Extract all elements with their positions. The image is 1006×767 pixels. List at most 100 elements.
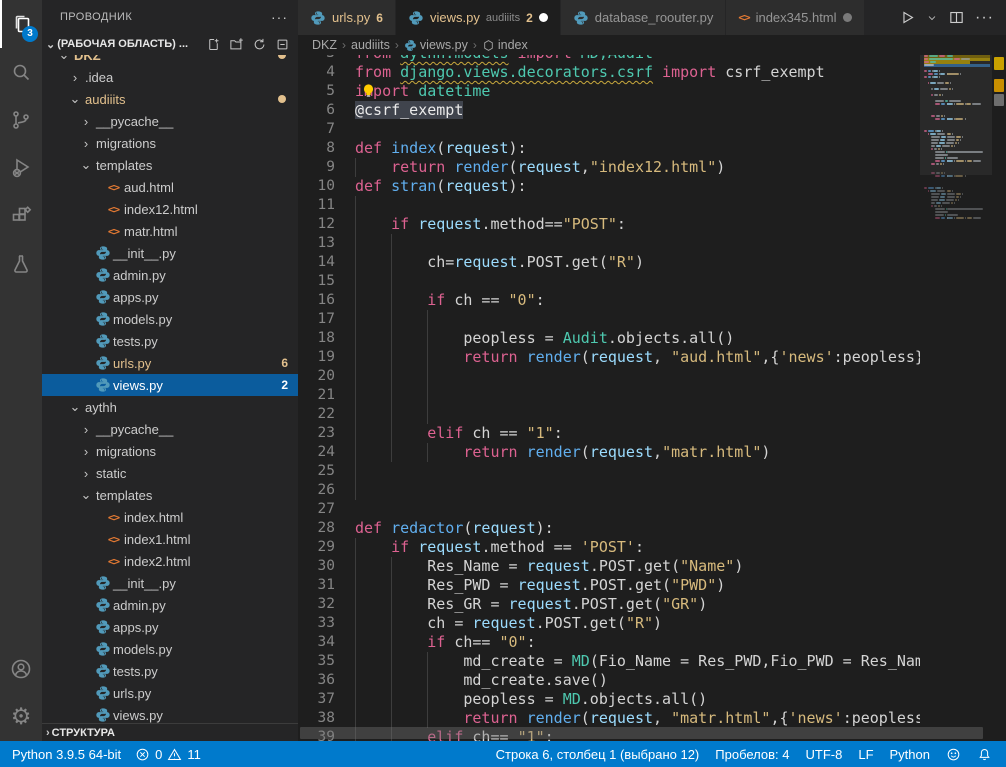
tab-urls-py[interactable]: urls.py6 bbox=[298, 0, 396, 35]
tree-item-views-py[interactable]: views.py bbox=[42, 704, 298, 723]
tree-item-index2-html[interactable]: <>index2.html bbox=[42, 550, 298, 572]
more-actions-icon[interactable]: ··· bbox=[271, 9, 288, 25]
tree-item-apps-py[interactable]: apps.py bbox=[42, 616, 298, 638]
status-eol[interactable]: LF bbox=[858, 747, 873, 762]
tree-item-templates[interactable]: ⌄templates bbox=[42, 484, 298, 506]
tree-item--idea[interactable]: ›.idea bbox=[42, 66, 298, 88]
tree-item-matr-html[interactable]: <>matr.html bbox=[42, 220, 298, 242]
tree-item-migrations[interactable]: ›migrations bbox=[42, 132, 298, 154]
tree-item--pycache-[interactable]: ›__pycache__ bbox=[42, 110, 298, 132]
code-line-5[interactable]: 5import datetime bbox=[298, 82, 920, 101]
code-line-24[interactable]: 24 return render(request,"matr.html") bbox=[298, 443, 920, 462]
tree-item-index-html[interactable]: <>index.html bbox=[42, 506, 298, 528]
code-line-13[interactable]: 13 bbox=[298, 234, 920, 253]
activity-run-debug[interactable] bbox=[0, 144, 42, 192]
dirty-dot-icon[interactable] bbox=[539, 13, 548, 22]
activity-testing[interactable] bbox=[0, 240, 42, 288]
code-line-17[interactable]: 17 bbox=[298, 310, 920, 329]
status-python-interpreter[interactable]: Python 3.9.5 64-bit bbox=[12, 747, 121, 762]
tab-database-roouter-py[interactable]: database_roouter.py bbox=[561, 0, 727, 35]
status-problems[interactable]: 011 bbox=[135, 747, 201, 762]
run-dropdown[interactable] bbox=[926, 12, 938, 24]
code-line-10[interactable]: 10def stran(request): bbox=[298, 177, 920, 196]
tab-index345-html[interactable]: <>index345.html bbox=[726, 0, 864, 35]
tab-views-py[interactable]: views.pyaudiiits2 bbox=[396, 0, 561, 35]
code-line-25[interactable]: 25 bbox=[298, 462, 920, 481]
tree-item--pycache-[interactable]: ›__pycache__ bbox=[42, 418, 298, 440]
tree-item-models-py[interactable]: models.py bbox=[42, 308, 298, 330]
tree-item-apps-py[interactable]: apps.py bbox=[42, 286, 298, 308]
tree-item-tests-py[interactable]: tests.py bbox=[42, 660, 298, 682]
code-line-26[interactable]: 26 bbox=[298, 481, 920, 500]
new-file-icon[interactable] bbox=[206, 37, 221, 52]
activity-search[interactable] bbox=[0, 48, 42, 96]
tree-item-templates[interactable]: ⌄templates bbox=[42, 154, 298, 176]
code-line-27[interactable]: 27 bbox=[298, 500, 920, 519]
activity-explorer[interactable]: 3 bbox=[0, 0, 42, 48]
tree-item-audiiits[interactable]: ⌄audiiits bbox=[42, 88, 298, 110]
breadcrumb-views-py[interactable]: views.py bbox=[404, 38, 468, 52]
status-language[interactable]: Python bbox=[890, 747, 930, 762]
activity-extensions[interactable] bbox=[0, 192, 42, 240]
status-indentation[interactable]: Пробелов: 4 bbox=[715, 747, 789, 762]
code-line-28[interactable]: 28def redactor(request): bbox=[298, 519, 920, 538]
tree-item-admin-py[interactable]: admin.py bbox=[42, 264, 298, 286]
more-actions-button[interactable]: ··· bbox=[975, 9, 994, 27]
workspace-section-header[interactable]: ⌄ (РАБОЧАЯ ОБЛАСТЬ) ... bbox=[42, 33, 298, 55]
dirty-dot-icon[interactable] bbox=[843, 13, 852, 22]
collapse-all-icon[interactable] bbox=[275, 37, 290, 52]
code-line-16[interactable]: 16 if ch == "0": bbox=[298, 291, 920, 310]
code-line-23[interactable]: 23 elif ch == "1": bbox=[298, 424, 920, 443]
code-line-11[interactable]: 11 bbox=[298, 196, 920, 215]
activity-source-control[interactable] bbox=[0, 96, 42, 144]
code-line-9[interactable]: 9 return render(request,"index12.html") bbox=[298, 158, 920, 177]
status-encoding[interactable]: UTF-8 bbox=[806, 747, 843, 762]
code-line-31[interactable]: 31 Res_PWD = request.POST.get("PWD") bbox=[298, 576, 920, 595]
code-line-15[interactable]: 15 bbox=[298, 272, 920, 291]
code-line-12[interactable]: 12 if request.method=="POST": bbox=[298, 215, 920, 234]
tree-item-views-py[interactable]: views.py2 bbox=[42, 374, 298, 396]
tree-item-urls-py[interactable]: urls.py6 bbox=[42, 352, 298, 374]
code-line-35[interactable]: 35 md_create = MD(Fio_Name = Res_PWD,Fio… bbox=[298, 652, 920, 671]
code-line-33[interactable]: 33 ch = request.POST.get("R") bbox=[298, 614, 920, 633]
run-button[interactable] bbox=[899, 9, 916, 26]
breadcrumb-dkz[interactable]: DKZ bbox=[312, 38, 337, 52]
code-line-19[interactable]: 19 return render(request, "aud.html",{'n… bbox=[298, 348, 920, 367]
code-line-29[interactable]: 29 if request.method == 'POST': bbox=[298, 538, 920, 557]
tree-item-models-py[interactable]: models.py bbox=[42, 638, 298, 660]
breadcrumb[interactable]: DKZ›audiiits›views.py›index bbox=[298, 35, 1006, 55]
code-editor[interactable]: 3from aythh.models import MD,Audit4from … bbox=[298, 55, 1006, 741]
tree-item-admin-py[interactable]: admin.py bbox=[42, 594, 298, 616]
code-line-6[interactable]: 6@csrf_exempt bbox=[298, 101, 920, 120]
tree-item-index1-html[interactable]: <>index1.html bbox=[42, 528, 298, 550]
tree-item-aud-html[interactable]: <>aud.html bbox=[42, 176, 298, 198]
tree-item-urls-py[interactable]: urls.py bbox=[42, 682, 298, 704]
minimap-slider[interactable] bbox=[920, 55, 992, 175]
code-line-30[interactable]: 30 Res_Name = request.POST.get("Name") bbox=[298, 557, 920, 576]
new-folder-icon[interactable] bbox=[229, 37, 244, 52]
status-cursor-position[interactable]: Строка 6, столбец 1 (выбрано 12) bbox=[496, 747, 700, 762]
tree-item-dkz[interactable]: ⌄DKZ bbox=[42, 55, 298, 66]
status-notifications[interactable] bbox=[977, 747, 992, 762]
refresh-icon[interactable] bbox=[252, 37, 267, 52]
tree-item--init-py[interactable]: __init__.py bbox=[42, 572, 298, 594]
code-line-21[interactable]: 21 bbox=[298, 386, 920, 405]
code-line-18[interactable]: 18 peopless = Audit.objects.all() bbox=[298, 329, 920, 348]
code-line-37[interactable]: 37 peopless = MD.objects.all() bbox=[298, 690, 920, 709]
tree-item-static[interactable]: ›static bbox=[42, 462, 298, 484]
tree-item-tests-py[interactable]: tests.py bbox=[42, 330, 298, 352]
tree-item-migrations[interactable]: ›migrations bbox=[42, 440, 298, 462]
lightbulb-icon[interactable] bbox=[361, 83, 376, 104]
code-line-8[interactable]: 8def index(request): bbox=[298, 139, 920, 158]
outline-section-header[interactable]: › СТРУКТУРА bbox=[42, 723, 298, 741]
code-line-34[interactable]: 34 if ch== "0": bbox=[298, 633, 920, 652]
activity-settings[interactable]: ⚙ bbox=[0, 693, 42, 741]
code-line-38[interactable]: 38 return render(request, "matr.html",{'… bbox=[298, 709, 920, 728]
breadcrumb-index[interactable]: index bbox=[482, 38, 528, 52]
tree-item-aythh[interactable]: ⌄aythh bbox=[42, 396, 298, 418]
code-line-14[interactable]: 14 ch=request.POST.get("R") bbox=[298, 253, 920, 272]
tree-item--init-py[interactable]: __init__.py bbox=[42, 242, 298, 264]
activity-accounts[interactable] bbox=[0, 645, 42, 693]
code-line-3[interactable]: 3from aythh.models import MD,Audit bbox=[298, 55, 920, 63]
code-line-32[interactable]: 32 Res_GR = request.POST.get("GR") bbox=[298, 595, 920, 614]
